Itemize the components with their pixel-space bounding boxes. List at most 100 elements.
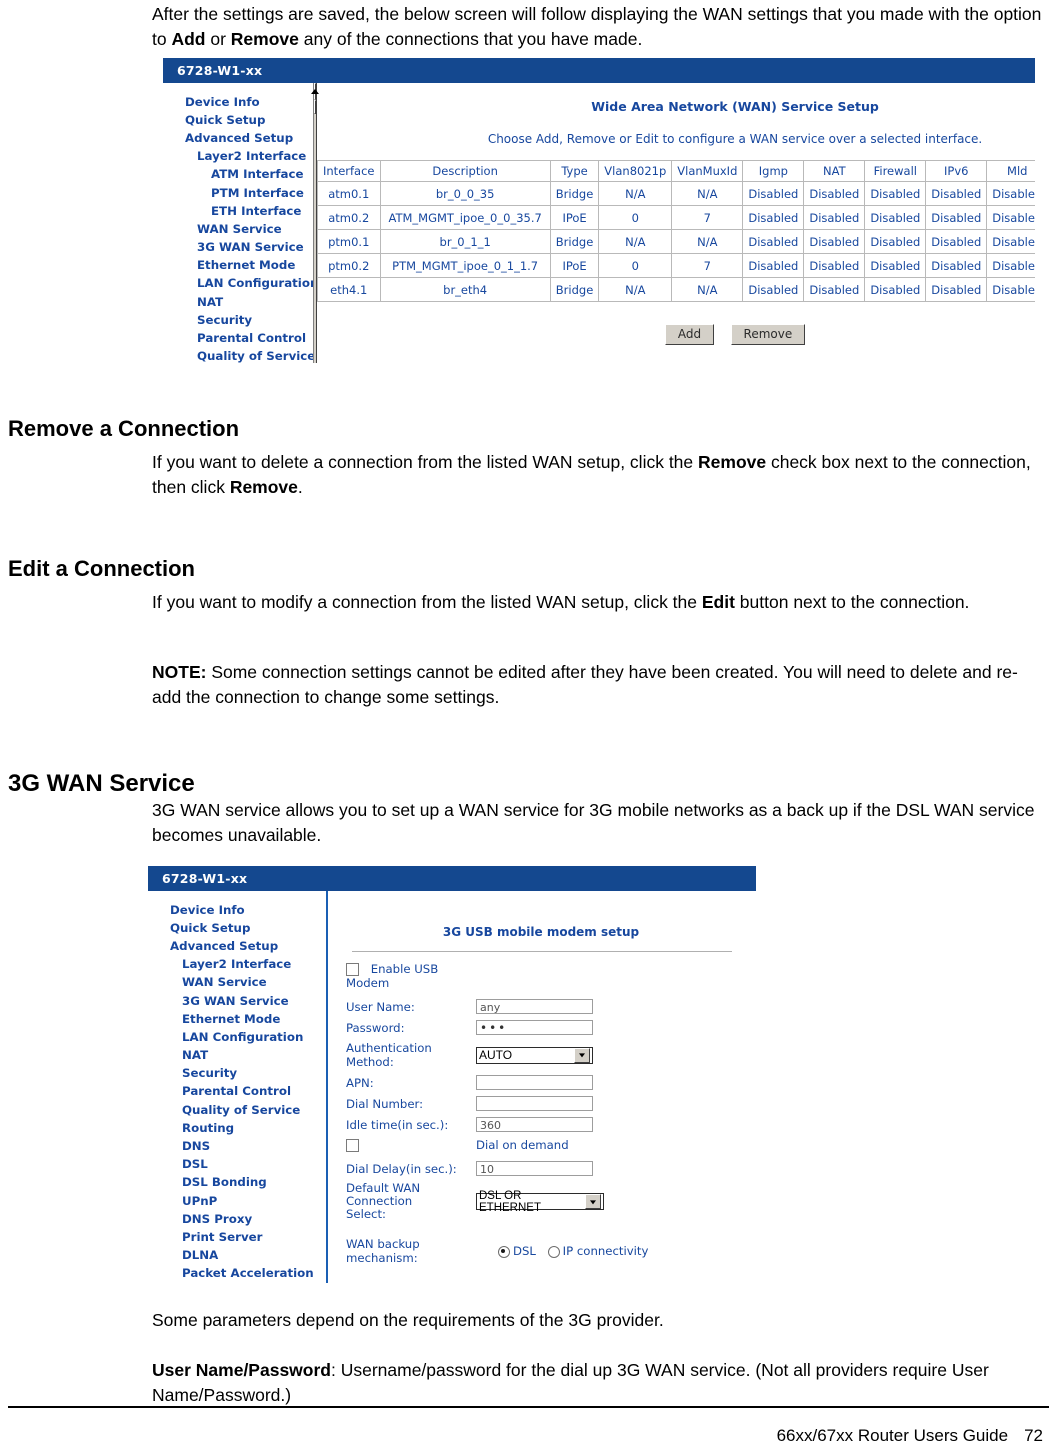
sidebar-item-lan-configuration[interactable]: LAN Configuration bbox=[148, 1028, 326, 1046]
sidebar-item-dlna[interactable]: DLNA bbox=[148, 1247, 326, 1265]
3g-wan-paragraph: 3G WAN service allows you to set up a WA… bbox=[152, 800, 1035, 845]
sidebar-item-quick-setup[interactable]: Quick Setup bbox=[148, 919, 326, 937]
cell-vlan8021p: N/A bbox=[598, 181, 673, 206]
cell-mld: Disabled bbox=[986, 277, 1035, 302]
cell-firewall: Disabled bbox=[864, 205, 927, 230]
cell-igmp: Disabled bbox=[742, 277, 805, 302]
cell-description: PTM_MGMT_ipoe_0_1_1.7 bbox=[379, 253, 551, 278]
sidebar-item-advanced-setup[interactable]: Advanced Setup bbox=[148, 937, 326, 955]
sidebar-item-security[interactable]: Security bbox=[148, 1065, 326, 1083]
sidebar-item-quality-of-service[interactable]: Quality of Service bbox=[163, 348, 315, 364]
sidebar-item-3g-wan-service[interactable]: 3G WAN Service bbox=[163, 239, 313, 257]
intro-text-post: any of the connections that you have mad… bbox=[298, 29, 643, 49]
sidebar-item-advanced-setup[interactable]: Advanced Setup bbox=[163, 129, 313, 147]
table-row: eth4.1 br_eth4 Bridge N/A N/A Disabled Disable… bbox=[317, 277, 1035, 302]
table-row: atm0.1 br_0_0_35 Bridge N/A N/A Disabled Disab… bbox=[317, 181, 1035, 206]
sidebar-item-device-info[interactable]: Device Info bbox=[148, 901, 326, 919]
sidebar-item-nat[interactable]: NAT bbox=[163, 293, 313, 311]
footer-guide-title: 66xx/67xx Router Users Guide bbox=[776, 1426, 1009, 1445]
user-name-label: User Name: bbox=[346, 999, 415, 1014]
sidebar-item-storage-service[interactable]: Storage Service bbox=[148, 1283, 326, 1284]
3g-content-pane: 3G USB mobile modem setup Enable USB Mod… bbox=[328, 891, 756, 1283]
remove-button[interactable]: Remove bbox=[730, 324, 806, 345]
sidebar-item-security[interactable]: Security bbox=[163, 311, 313, 329]
user-name-input[interactable]: any bbox=[476, 999, 593, 1014]
idle-time-input[interactable]: 360 bbox=[476, 1117, 593, 1132]
cell-ipv6: Disabled bbox=[925, 205, 988, 230]
wan-backup-ip-radio[interactable] bbox=[547, 1245, 560, 1258]
sidebar-item-nat[interactable]: NAT bbox=[148, 1047, 326, 1065]
sidebar-item-quick-setup[interactable]: Quick Setup bbox=[163, 111, 313, 129]
sidebar-item-parental-control[interactable]: Parental Control bbox=[163, 329, 313, 347]
sidebar-item-dsl-bonding[interactable]: DSL Bonding bbox=[148, 1174, 326, 1192]
cell-ipv6: Disabled bbox=[925, 181, 988, 206]
sidebar-item-ethernet-mode[interactable]: Ethernet Mode bbox=[163, 257, 313, 275]
user-name-row: User Name: any bbox=[346, 999, 756, 1014]
column-header-vlanmuxid: VlanMuxId bbox=[671, 160, 744, 182]
cell-type: Bridge bbox=[549, 229, 600, 254]
sidebar-item-wan-service[interactable]: WAN Service bbox=[148, 974, 326, 992]
sidebar-item-atm-interface[interactable]: ATM Interface bbox=[163, 166, 313, 184]
scrollbar-thumb[interactable] bbox=[314, 100, 316, 114]
add-button[interactable]: Add bbox=[664, 324, 715, 345]
form-title-3g: 3G USB mobile modem setup bbox=[442, 925, 640, 939]
sidebar-item-layer2-interface[interactable]: Layer2 Interface bbox=[163, 148, 313, 166]
sidebar-item-packet-acceleration[interactable]: Packet Acceleration bbox=[148, 1265, 326, 1283]
form-divider bbox=[352, 951, 732, 952]
sidebar-item-quality-of-service[interactable]: Quality of Service bbox=[148, 1101, 326, 1119]
sidebar-item-routing[interactable]: Routing bbox=[148, 1119, 326, 1137]
sidebar-item-3g-wan-service[interactable]: 3G WAN Service bbox=[148, 992, 326, 1010]
heading-edit-a-connection: Edit a Connection bbox=[8, 556, 195, 582]
sidebar-item-eth-interface[interactable]: ETH Interface bbox=[163, 202, 313, 220]
cell-firewall: Disabled bbox=[864, 277, 927, 302]
wan-backup-dsl-radio[interactable] bbox=[498, 1245, 510, 1258]
heading-remove-a-connection: Remove a Connection bbox=[8, 416, 240, 442]
chevron-down-icon[interactable] bbox=[574, 1047, 590, 1063]
sidebar-item-upnp[interactable]: UPnP bbox=[148, 1192, 326, 1210]
cell-type: IPoE bbox=[549, 253, 600, 278]
chevron-down-icon[interactable] bbox=[585, 1194, 601, 1209]
sidebar-nav-2[interactable]: Device Info Quick Setup Advanced Setup Laye… bbox=[148, 891, 326, 1283]
sidebar-nav-1[interactable]: Device Info Quick Setup Advanced Setup Laye… bbox=[163, 83, 318, 364]
dial-delay-label: Dial Delay(in sec.): bbox=[346, 1161, 457, 1176]
idle-time-row: Idle time(in sec.): 360 bbox=[346, 1117, 756, 1132]
sidebar-item-ethernet-mode[interactable]: Ethernet Mode bbox=[148, 1010, 326, 1028]
remove-connection-paragraph: If you want to delete a connection from … bbox=[152, 450, 1042, 500]
auth-method-select[interactable]: AUTO bbox=[476, 1046, 593, 1064]
cell-nat: Disabled bbox=[803, 253, 866, 278]
scroll-up-arrow-icon[interactable] bbox=[311, 83, 319, 100]
cell-nat: Disabled bbox=[803, 229, 866, 254]
sidebar-item-dns[interactable]: DNS bbox=[148, 1137, 326, 1155]
sidebar-item-wan-service[interactable]: WAN Service bbox=[163, 220, 313, 238]
sidebar-item-dns-proxy[interactable]: DNS Proxy bbox=[148, 1210, 326, 1228]
footer-page-number: 72 bbox=[1024, 1426, 1043, 1445]
dial-number-input[interactable] bbox=[476, 1096, 593, 1111]
wan-backup-row: WAN backup mechanism: DSL IP connectivit… bbox=[346, 1237, 756, 1265]
enable-usb-modem-label: Enable USB Modem bbox=[346, 962, 439, 990]
sidebar-item-parental-control[interactable]: Parental Control bbox=[148, 1083, 326, 1101]
dial-delay-input[interactable]: 10 bbox=[476, 1161, 593, 1176]
cell-description: br_eth4 bbox=[379, 277, 551, 302]
sidebar-item-layer2-interface[interactable]: Layer2 Interface bbox=[148, 956, 326, 974]
idle-time-label: Idle time(in sec.): bbox=[346, 1117, 449, 1132]
enable-usb-modem-checkbox[interactable] bbox=[346, 963, 359, 976]
wan-backup-dsl-label: DSL bbox=[513, 1244, 536, 1258]
cell-nat: Disabled bbox=[803, 205, 866, 230]
column-header-nat: NAT bbox=[803, 160, 866, 182]
apn-input[interactable] bbox=[476, 1075, 593, 1090]
sidebar-item-dsl[interactable]: DSL bbox=[148, 1156, 326, 1174]
sidebar-item-print-server[interactable]: Print Server bbox=[148, 1228, 326, 1246]
password-input[interactable]: ••• bbox=[476, 1020, 593, 1035]
sidebar-item-device-info[interactable]: Device Info bbox=[163, 93, 313, 111]
table-row: ptm0.2 PTM_MGMT_ipoe_0_1_1.7 IPoE 0 7 Disable… bbox=[317, 253, 1035, 278]
default-wan-select[interactable]: DSL OR ETHERNET bbox=[476, 1190, 604, 1214]
heading-3g-wan-service: 3G WAN Service bbox=[8, 769, 195, 797]
sidebar-item-lan-configuration[interactable]: LAN Configuration bbox=[163, 275, 318, 293]
3g-usb-modem-setup-screenshot: 6728-W1-xx Device Info Quick Setup Advance… bbox=[148, 866, 756, 1284]
definition-term: User Name/Password bbox=[152, 1360, 331, 1380]
sidebar-item-ptm-interface[interactable]: PTM Interface bbox=[163, 184, 313, 202]
auth-method-value: AUTO bbox=[479, 1048, 513, 1062]
remove-para-bold1: Remove bbox=[698, 452, 767, 472]
dial-on-demand-checkbox[interactable] bbox=[346, 1139, 359, 1152]
intro-bold-remove: Remove bbox=[230, 29, 299, 49]
